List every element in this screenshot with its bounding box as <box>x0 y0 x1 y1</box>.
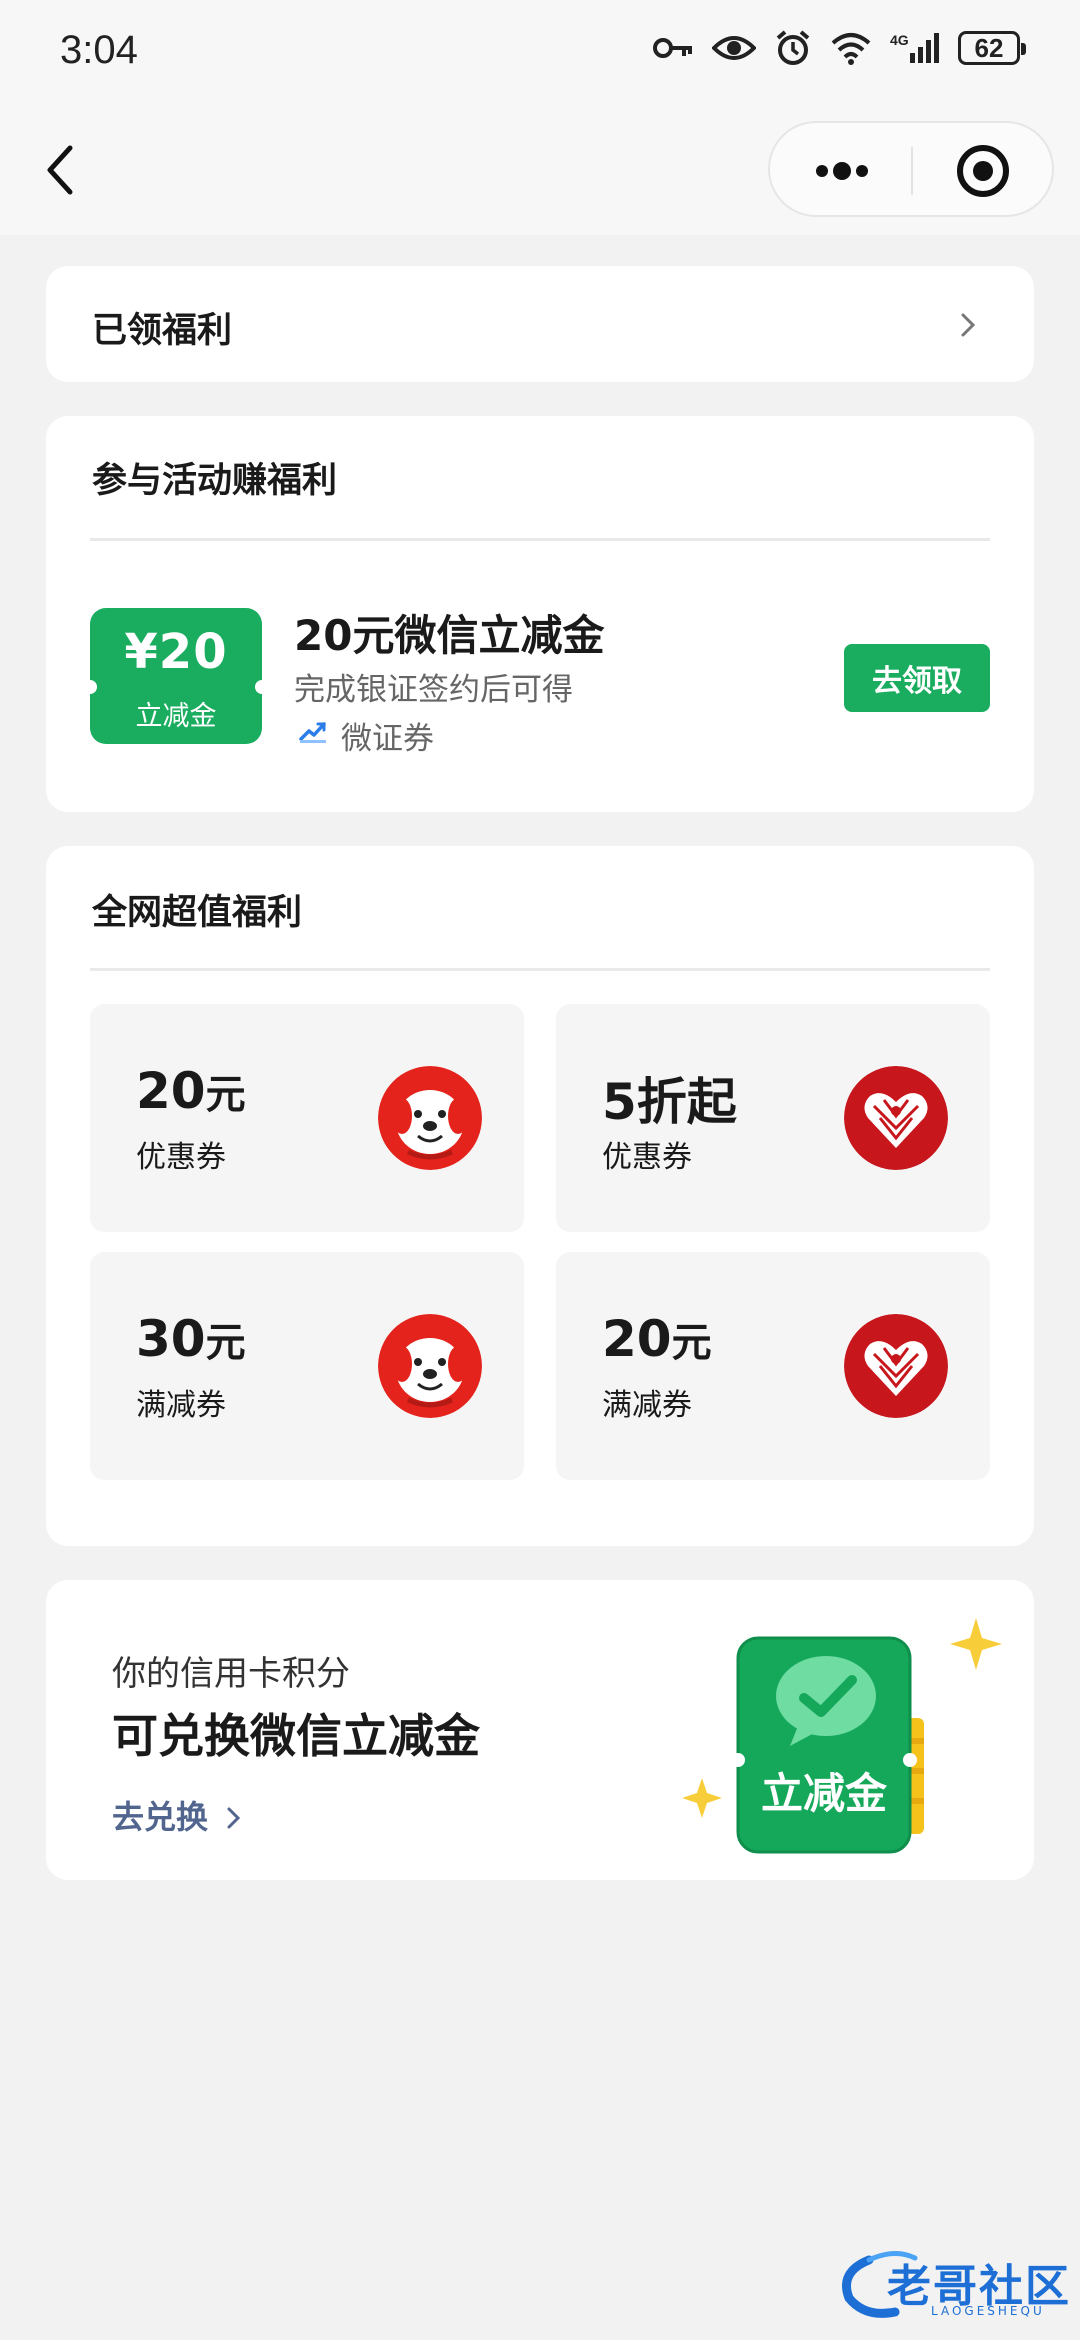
promo-title: 可兑换微信立减金 <box>112 1709 480 1763</box>
divider <box>90 538 990 541</box>
deal-tile-pdd-coupon[interactable]: 5折起 优惠券 <box>556 1004 990 1232</box>
points-exchange-card[interactable]: 你的信用卡积分 可兑换微信立减金 去兑换 立减金 <box>46 1580 1034 1880</box>
more-dots-icon[interactable] <box>810 149 874 193</box>
pdd-heart-logo-icon <box>844 1314 948 1418</box>
stock-trend-icon <box>299 722 326 743</box>
wechat-voucher-art-icon: 立减金 <box>682 1618 1002 1854</box>
capsule-divider <box>911 147 913 195</box>
back-arrow-icon[interactable] <box>38 140 82 200</box>
jd-dog-logo-icon <box>378 1066 482 1170</box>
voucher-amount: ¥20 <box>124 624 228 680</box>
divider <box>90 968 990 971</box>
promo-subtitle: 你的信用卡积分 <box>112 1654 350 1694</box>
key-icon <box>653 38 692 58</box>
signal-4g-icon: 4G <box>890 32 939 63</box>
deal-tile-jd-discount[interactable]: 30元 满减券 <box>90 1252 524 1480</box>
nav-bar <box>0 105 1080 235</box>
wifi-icon <box>831 33 871 65</box>
deals-title: 全网超值福利 <box>92 893 303 933</box>
voucher-label: 立减金 <box>135 701 217 732</box>
deal-value: 20元 <box>602 1310 712 1368</box>
chevron-right-icon <box>961 313 976 337</box>
art-text: 立减金 <box>761 1769 888 1818</box>
battery-icon: 62 <box>958 31 1026 65</box>
deal-value: 30元 <box>136 1310 246 1368</box>
deal-label: 满减券 <box>602 1388 692 1423</box>
deal-tile-jd-coupon[interactable]: 20元 优惠券 <box>90 1004 524 1232</box>
deal-value: 5折起 <box>602 1073 737 1131</box>
activity-item-desc: 完成银证签约后可得 <box>294 672 573 708</box>
pdd-heart-logo-icon <box>844 1066 948 1170</box>
claimed-benefits-title: 已领福利 <box>92 311 233 351</box>
eye-icon <box>712 36 756 60</box>
exchange-link-label: 去兑换 <box>112 1798 209 1836</box>
watermark-subtext: LAOGESHEQU <box>931 2304 1045 2318</box>
status-icons: 4G 62 <box>652 30 1026 66</box>
deal-label: 优惠券 <box>136 1140 226 1175</box>
deals-card: 全网超值福利 20元 优惠券 5折起 优惠券 30元 满减券 20元 满减券 <box>46 846 1034 1546</box>
activity-card: 参与活动赚福利 ¥20 立减金 20元微信立减金 完成银证签约后可得 微证券 去… <box>46 416 1034 812</box>
deal-label: 优惠券 <box>602 1140 692 1175</box>
activity-item-source: 微证券 <box>341 721 434 757</box>
jd-dog-logo-icon <box>378 1314 482 1418</box>
mini-program-capsule <box>768 121 1054 217</box>
watermark-logo: 老哥社区 LAOGESHEQU <box>835 2232 1071 2322</box>
claimed-benefits-card[interactable]: 已领福利 <box>46 266 1034 382</box>
target-close-icon[interactable] <box>955 143 1011 199</box>
voucher-badge: ¥20 立减金 <box>90 608 262 744</box>
deal-tile-pdd-discount[interactable]: 20元 满减券 <box>556 1252 990 1480</box>
chevron-right-icon <box>227 1807 241 1829</box>
deal-label: 满减券 <box>136 1388 226 1423</box>
activity-title: 参与活动赚福利 <box>92 461 338 501</box>
activity-item-title: 20元微信立减金 <box>294 611 605 660</box>
status-bar: 3:04 4G 62 <box>0 0 1080 105</box>
exchange-link[interactable]: 去兑换 <box>112 1792 243 1838</box>
status-time: 3:04 <box>60 28 138 72</box>
claim-button[interactable]: 去领取 <box>844 644 990 712</box>
svg-text:4G: 4G <box>890 32 909 48</box>
alarm-icon <box>776 30 810 65</box>
deal-value: 20元 <box>136 1062 246 1120</box>
